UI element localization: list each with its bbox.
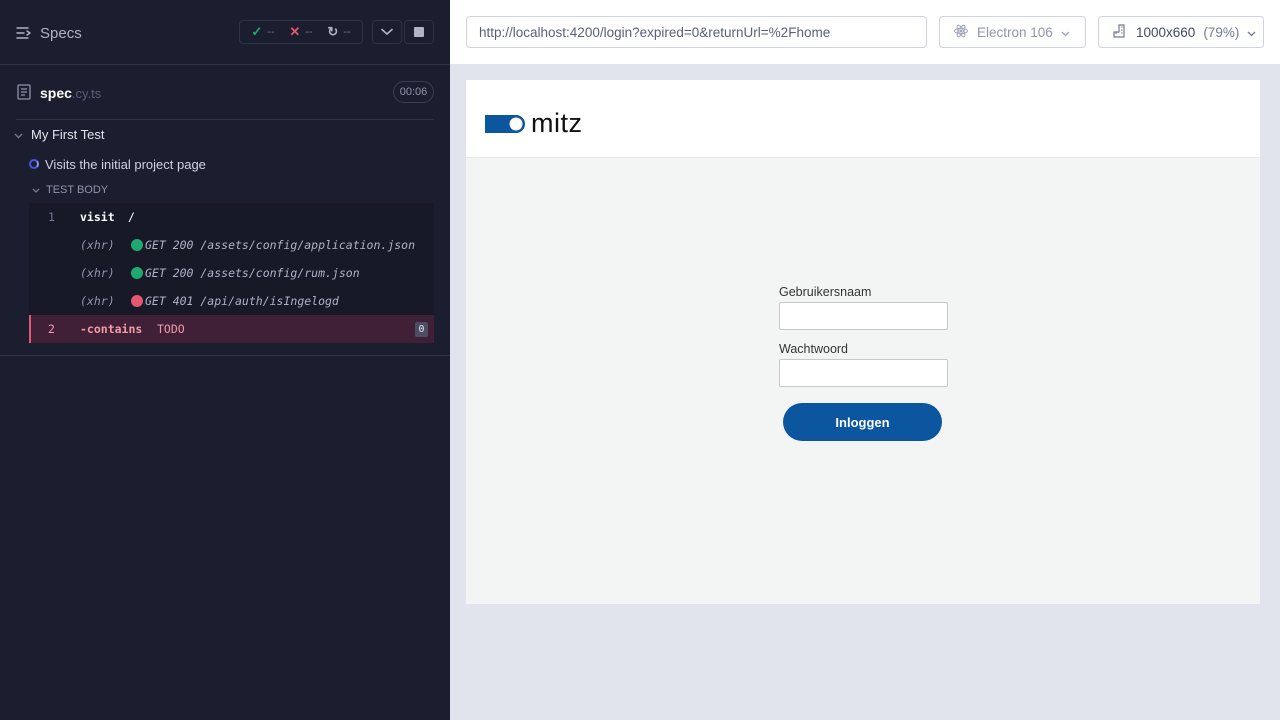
command-row[interactable]: 1 visit / (29, 203, 434, 231)
document-icon (17, 84, 31, 105)
status-dot-icon (131, 239, 143, 251)
command-name: -contains (80, 322, 143, 336)
chevron-down-icon (1247, 25, 1256, 40)
command-number: 1 (48, 210, 55, 224)
element-count-badge: 0 (415, 322, 428, 337)
check-icon: ✓ (251, 24, 263, 39)
reporter-header: Specs ✓ -- ✕ -- ↻ -- (0, 0, 450, 64)
spec-extension: .cy.ts (71, 86, 102, 101)
login-form: Gebruikersnaam Wachtwoord Inloggen (779, 285, 949, 441)
pending-count: -- (343, 26, 351, 38)
passed-stat: ✓ -- (251, 24, 274, 40)
chevron-down-icon (1061, 25, 1070, 40)
command-message: / (128, 210, 135, 224)
username-input[interactable] (779, 302, 948, 330)
running-spinner-icon (29, 159, 39, 169)
status-dot-icon (131, 295, 143, 307)
suite-my-first-test[interactable]: My First Test (14, 125, 104, 143)
reporter-panel: Specs ✓ -- ✕ -- ↻ -- spec.cy.ts 00:06 My… (0, 0, 450, 720)
spec-header: spec.cy.ts 00:06 (0, 65, 450, 119)
logo-text: mitz (531, 108, 583, 138)
stop-button[interactable] (404, 20, 434, 44)
command-row[interactable]: (xhr) GET 200 /assets/config/application… (29, 231, 434, 259)
passed-count: -- (267, 26, 275, 38)
command-row-failed[interactable]: 2 -contains TODO 0 (29, 315, 434, 343)
specs-toggle-button[interactable]: Specs (16, 21, 82, 45)
login-button[interactable]: Inloggen (783, 403, 942, 441)
username-label: Gebruikersnaam (779, 285, 872, 299)
command-row[interactable]: (xhr) GET 401 /api/auth/isIngelogd (29, 287, 434, 315)
failed-stat: ✕ -- (289, 24, 312, 40)
test-stats: ✓ -- ✕ -- ↻ -- (239, 20, 363, 44)
test-body-toggle[interactable]: TEST BODY (32, 183, 108, 197)
viewport-selector[interactable]: 1000x660 (79%) (1098, 16, 1264, 48)
spec-title: spec.cy.ts (40, 85, 101, 101)
url-bar[interactable]: http://localhost:4200/login?expired=0&re… (466, 16, 927, 48)
browser-selector[interactable]: Electron 106 (939, 16, 1086, 48)
menu-list-icon (16, 26, 32, 40)
test-title: Visits the initial project page (45, 156, 206, 172)
viewport-size: 1000x660 (1136, 24, 1196, 40)
command-message: TODO (157, 322, 185, 336)
command-kind: (xhr) (80, 294, 115, 308)
status-dot-icon (131, 267, 143, 279)
specs-label: Specs (40, 24, 82, 42)
command-kind: (xhr) (80, 266, 115, 280)
viewport-scale: (79%) (1203, 24, 1240, 40)
browser-name: Electron 106 (977, 24, 1053, 40)
app-under-test-panel: http://localhost:4200/login?expired=0&re… (450, 0, 1280, 720)
chevron-down-icon (381, 23, 393, 41)
command-row[interactable]: (xhr) GET 200 /assets/config/rum.json (29, 259, 434, 287)
test-visits-initial-page[interactable]: Visits the initial project page (29, 155, 206, 173)
command-log: 1 visit / (xhr) GET 200 /assets/config/a… (29, 203, 434, 343)
command-message: GET 200 /assets/config/rum.json (145, 266, 360, 280)
aut-header: http://localhost:4200/login?expired=0&re… (450, 0, 1280, 64)
run-duration: 00:06 (393, 81, 434, 103)
electron-icon (953, 23, 969, 42)
pending-stat: ↻ -- (327, 24, 350, 40)
spec-name: spec (40, 85, 72, 101)
x-icon: ✕ (289, 24, 301, 39)
suite-title: My First Test (31, 126, 105, 142)
command-message: GET 401 /api/auth/isIngelogd (145, 294, 339, 308)
mitz-logo: mitz (485, 110, 583, 137)
app-header: mitz (466, 80, 1260, 158)
divider (0, 355, 450, 356)
password-input[interactable] (779, 359, 948, 387)
chevron-down-icon (32, 184, 40, 196)
divider (16, 119, 434, 120)
command-message: GET 200 /assets/config/application.json (145, 238, 416, 252)
collapse-all-button[interactable] (372, 20, 402, 44)
command-name: visit (80, 210, 115, 224)
chevron-down-icon (14, 127, 23, 142)
app-viewport: mitz Gebruikersnaam Wachtwoord Inloggen (466, 80, 1260, 604)
toggle-logo-icon (485, 114, 525, 133)
test-body-label: TEST BODY (46, 184, 109, 196)
command-number: 2 (48, 322, 55, 336)
password-label: Wachtwoord (779, 342, 849, 356)
command-kind: (xhr) (80, 238, 115, 252)
pending-circle-icon: ↻ (327, 24, 339, 39)
failed-count: -- (305, 26, 313, 38)
stop-icon (414, 27, 424, 37)
ruler-icon (1112, 23, 1128, 42)
